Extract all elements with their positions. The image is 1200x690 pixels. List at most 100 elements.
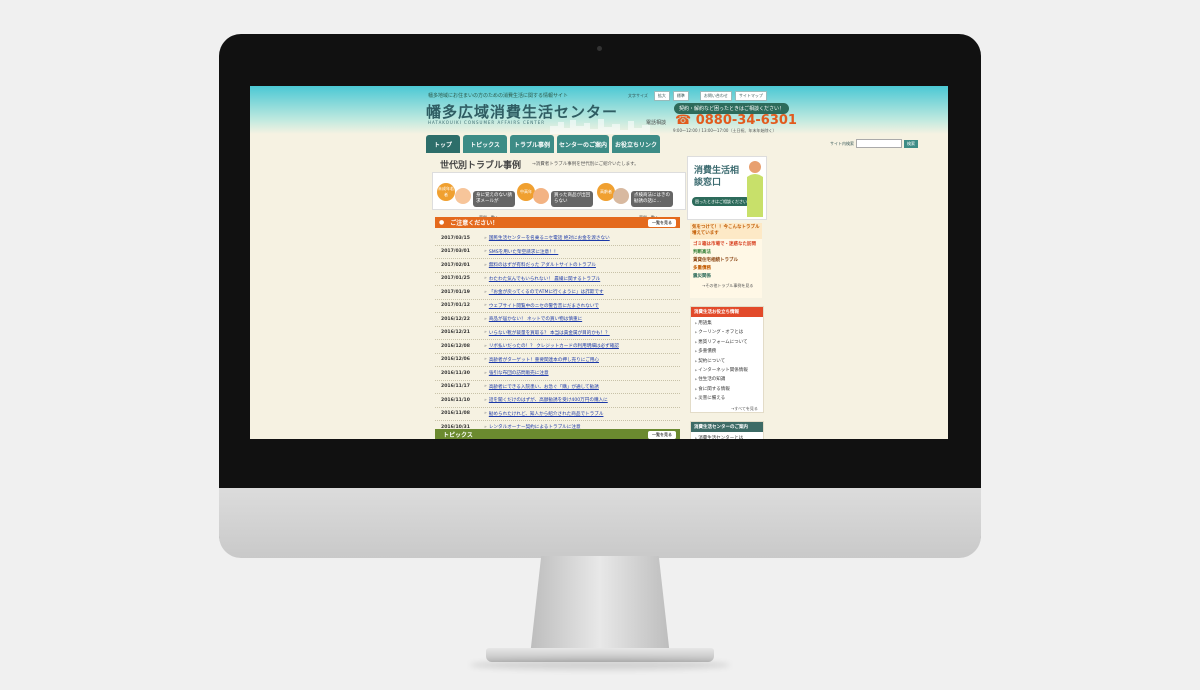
caution-item: 2016/12/21 » いらない靴が裁量を買取る？ 本当は貴金属が目的かも！？ (435, 327, 680, 340)
main-nav: トップ トピックス トラブル事例 センターのご案内 お役立ちリンク (426, 135, 660, 153)
caution-link[interactable]: 話を聞くだけのはずが、高額勧誘を受け400万円の購入に (489, 397, 608, 403)
generation-section: 世代別トラブル事例 →消費者トラブル事例を世代別にご紹介いたします。 未成年若者… (432, 158, 686, 220)
arrow-right-icon: » (484, 330, 487, 336)
useful-info-item[interactable]: 契約について (695, 357, 759, 366)
tel-value: 0880-34-6301 (695, 113, 797, 128)
useful-info-item[interactable]: 悪質リフォームについて (695, 338, 759, 347)
browser-screen: 幡多地域にお住まいの方のための消費生活に関する情報サイト 幡多広域消費生活センタ… (250, 86, 948, 439)
caution-link[interactable]: ウェブサイト閲覧中のニセの警告音にだまされないで (489, 303, 599, 309)
nav-useful-links[interactable]: お役立ちリンク (612, 135, 660, 153)
useful-more-link[interactable]: →すべてを見る (691, 406, 763, 412)
caution-date: 2017/01/12 (441, 303, 470, 309)
useful-info-item[interactable]: 住生活の知識 (695, 375, 759, 384)
caution-link[interactable]: わたわた気んでもいられない！ 農繊に関するトラブル (489, 276, 600, 282)
caution-link[interactable]: 高齢者がターゲット！重要関連本の押し売りにご用心 (489, 357, 599, 363)
site-search: サイト内検索 検索 (830, 139, 918, 148)
notice-item[interactable]: 判断高法 (693, 249, 759, 257)
useful-info-box: 消費生活お役立ち情報 用語集クーリング・オフとは悪質リフォームについて多重債務契… (690, 306, 764, 413)
font-standard-button[interactable]: 標準 (672, 91, 689, 101)
search-input[interactable] (856, 139, 902, 148)
caution-link[interactable]: 高齢者にできる入院患い、お急ぐ「購」が通して勧誘 (489, 384, 599, 390)
caution-item: 2017/02/01 » 無料のはずが有料だった アダルトサイトのトラブル (435, 259, 680, 273)
caution-link[interactable]: 無料のはずが有料だった アダルトサイトのトラブル (489, 262, 596, 268)
useful-info-head: 消費生活お役立ち情報 (691, 307, 763, 317)
caution-link[interactable]: いらない靴が裁量を買取る？ 本当は貴金属が目的かも！？ (489, 330, 610, 336)
nav-top[interactable]: トップ (426, 135, 460, 153)
nav-center-guide[interactable]: センターのご案内 (557, 135, 609, 153)
skyline-icon (550, 119, 650, 134)
notice-item[interactable]: 多重債務 (693, 265, 759, 273)
font-large-button[interactable]: 拡大 (653, 91, 670, 101)
contact-button[interactable]: お問い合わせ (699, 91, 732, 101)
caution-date: 2016/12/06 (441, 357, 470, 363)
useful-info-item[interactable]: 食に関する情報 (695, 385, 759, 394)
gen-bubble-middle[interactable]: 買った商品が出回らない (551, 191, 593, 207)
useful-info-item[interactable]: クーリング・オフとは (695, 328, 759, 337)
useful-info-item[interactable]: 災害に備える (695, 394, 759, 403)
gen-label-senior: 高齢者 (597, 183, 615, 201)
useful-info-list: 用語集クーリング・オフとは悪質リフォームについて多重債務契約についてインターネッ… (691, 317, 763, 406)
notice-head: 気をつけて！！今こんなトラブル増えています (690, 223, 762, 239)
caution-more-button[interactable]: 一覧を見る (648, 219, 676, 227)
caution-link[interactable]: 強引な布団の訪問販売に注意 (489, 370, 549, 376)
warning-icon: ● (439, 219, 445, 226)
monitor-stand (530, 556, 670, 656)
search-button[interactable]: 検索 (904, 139, 918, 148)
gen-bubble-youth[interactable]: 身に覚えのない請求メールが (473, 191, 515, 207)
notice-list: ゴミ箱は市場で・迷惑なた訪問 判断高法 賃貸住宅相続トラブル 多重債務 震災関係 (690, 239, 762, 283)
gen-bubble-senior[interactable]: 点検商法にはきの勧誘の話に… (631, 191, 673, 207)
arrow-right-icon: » (484, 316, 487, 322)
caution-link[interactable]: SMSを用いた架空請求に注意！！ (489, 249, 559, 255)
arrow-right-icon: » (484, 262, 487, 268)
nav-topics[interactable]: トピックス (463, 135, 507, 153)
font-size-label: 文字サイズ (628, 93, 648, 98)
useful-info-item[interactable]: 多重債務 (695, 347, 759, 356)
consult-window-banner[interactable]: 消費生活相談窓口 困ったときはご相談ください (687, 156, 767, 220)
consult-window-title: 消費生活相談窓口 (694, 166, 740, 188)
caution-item: 2016/12/22 » 商品が届かない！ ネットでの買い物は慎重に (435, 313, 680, 327)
topics-more-button[interactable]: 一覧を見る (648, 431, 676, 439)
caution-item: 2017/01/25 » わたわた気んでもいられない！ 農繊に関するトラブル (435, 273, 680, 286)
center-guide-list: 消費生活センターとは (691, 432, 763, 439)
notice-item[interactable]: 賃貸住宅相続トラブル (693, 257, 759, 265)
caution-date: 2016/12/08 (441, 343, 470, 349)
caution-link[interactable]: 商品が届かない！ ネットでの買い物は慎重に (489, 316, 582, 322)
caution-list: 2017/03/15» 国民生活センターを名乗るニセ電話 絶対にお金を渡さない 20… (435, 232, 680, 435)
arrow-right-icon: » (484, 276, 487, 282)
caution-date: 2016/12/21 (441, 330, 470, 336)
operator-woman-icon (747, 161, 763, 217)
caution-item: 2016/12/06 » 高齢者がターゲット！重要関連本の押し売りにご用心 (435, 354, 680, 367)
generation-desc: →消費者トラブル事例を世代別にご紹介いたします。 (532, 162, 639, 167)
notice-item[interactable]: ゴミ箱は市場で・迷惑なた訪問 (693, 241, 759, 249)
caution-item: 2016/11/17 » 高齢者にできる入院患い、お急ぐ「購」が通して勧誘 (435, 381, 680, 394)
youth-face-icon (455, 188, 471, 204)
caution-link[interactable]: リボ払いだったの！？ クレジットカードの利用明細は必ず確認 (489, 343, 619, 349)
caution-link[interactable]: 勧められたけれど、知人から紹介された商品でトラブル (489, 411, 604, 417)
notice-item[interactable]: 震災関係 (693, 273, 759, 281)
middle-face-icon (533, 188, 549, 204)
trouble-notice-box: 気をつけて！！今こんなトラブル増えています ゴミ箱は市場で・迷惑なた訪問 判断高法… (690, 223, 762, 298)
caution-item: 2017/03/01 » SMSを用いた架空請求に注意！！ (435, 246, 680, 259)
notice-more-link[interactable]: →その他トラブル事例を見る (690, 283, 762, 289)
monitor-shadow (470, 660, 730, 670)
site-logo-subtitle: HATAKOUIKI CONSUMER AFFAIRS CENTER (428, 120, 546, 125)
caution-link[interactable]: 「お金が戻ってくるのでATMに行くように」は詐欺です (489, 289, 604, 295)
useful-info-item[interactable]: 用語集 (695, 319, 759, 328)
center-guide-head: 消費生活センターのご案内 (691, 422, 763, 432)
caution-item: 2016/11/30 » 強引な布団の訪問販売に注意 (435, 367, 680, 381)
senior-face-icon (613, 188, 629, 204)
useful-info-item[interactable]: インターネット関係情報 (695, 366, 759, 375)
caution-date: 2016/11/30 (441, 370, 470, 376)
gen-label-middle: 中高年 (517, 183, 535, 201)
sitemap-button[interactable]: サイトマップ (734, 91, 767, 101)
arrow-right-icon: » (484, 357, 487, 363)
center-guide-item[interactable]: 消費生活センターとは (695, 434, 759, 439)
caution-link[interactable]: 国民生活センターを名乗るニセ電話 絶対にお金を渡さない (489, 235, 610, 241)
consult-window-sub: 困ったときはご相談ください (692, 197, 750, 206)
arrow-right-icon: » (484, 303, 487, 309)
caution-item: 2016/12/08 » リボ払いだったの！？ クレジットカードの利用明細は必ず確認 (435, 340, 680, 354)
arrow-right-icon: » (484, 411, 487, 417)
caution-item: 2017/01/19 » 「お金が戻ってくるのでATMに行くように」は詐欺です (435, 286, 680, 300)
nav-trouble[interactable]: トラブル事例 (510, 135, 554, 153)
generation-box: 未成年若者 身に覚えのない請求メールが 事例一覧へ 中高年 買った商品が出回らな… (432, 172, 686, 220)
